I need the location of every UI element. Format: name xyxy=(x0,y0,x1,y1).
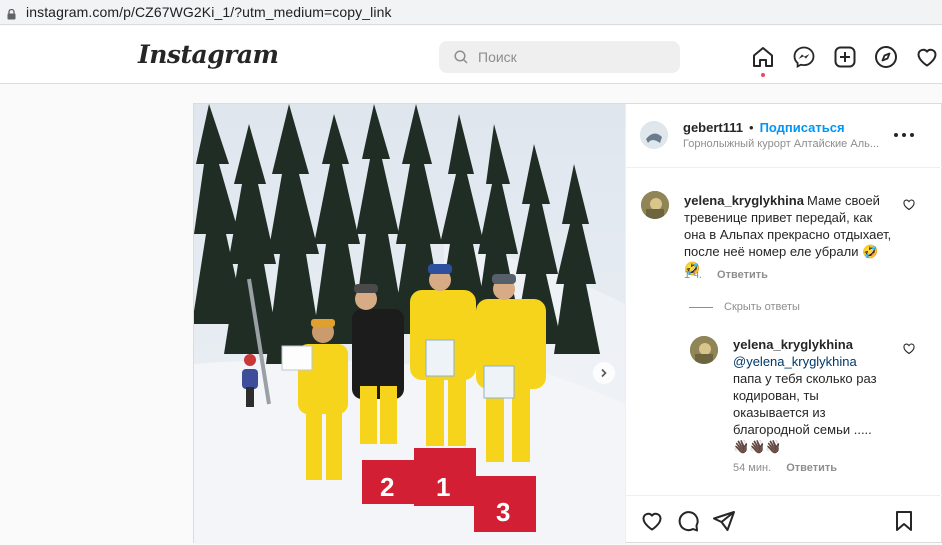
address-url[interactable]: instagram.com/p/CZ67WG2Ki_1/?utm_medium=… xyxy=(26,4,392,20)
podium-number-3: 3 xyxy=(496,497,510,527)
follow-button[interactable]: Подписаться xyxy=(760,120,845,135)
like-reply-heart-icon[interactable] xyxy=(903,343,915,355)
post-card: 2 1 3 gebert111 • Подписаться Горнолыжны… xyxy=(193,103,942,544)
explore-icon[interactable] xyxy=(874,45,898,69)
comment-1-reply-button[interactable]: Ответить xyxy=(717,269,768,281)
browser-address-bar[interactable]: instagram.com/p/CZ67WG2Ki_1/?utm_medium=… xyxy=(0,0,942,25)
reply-1: yelena_kryglykhina @yelena_kryglykhina п… xyxy=(733,336,888,455)
author-avatar[interactable] xyxy=(640,121,668,149)
post-location[interactable]: Горнолыжный курорт Алтайские Аль... xyxy=(683,138,883,150)
reply-1-time: 54 мин. xyxy=(733,462,772,474)
author-row: gebert111 • Подписаться xyxy=(683,120,845,135)
post-actions-bar xyxy=(626,495,942,545)
commenter-avatar[interactable] xyxy=(641,191,669,219)
comment-1-meta: 1 ч. Ответить xyxy=(684,269,768,281)
separator-dot: • xyxy=(749,120,754,135)
podium-photo: 2 1 3 xyxy=(194,104,625,544)
save-bookmark-icon[interactable] xyxy=(892,509,916,533)
search-icon xyxy=(454,50,468,64)
home-icon[interactable] xyxy=(751,45,775,77)
hide-replies-button[interactable]: Скрыть ответы xyxy=(689,301,800,313)
reply-1-meta: 54 мин. Ответить xyxy=(733,462,837,474)
reply-1-mention[interactable]: @yelena_kryglykhina xyxy=(733,354,857,369)
comment-1-time: 1 ч. xyxy=(684,269,702,281)
post-photo[interactable]: 2 1 3 xyxy=(194,104,625,544)
hide-replies-label: Скрыть ответы xyxy=(724,301,800,313)
podium-number-2: 2 xyxy=(380,472,394,502)
search-input[interactable] xyxy=(478,49,658,65)
reply-avatar[interactable] xyxy=(690,336,718,364)
instagram-logo[interactable]: Instagram xyxy=(138,40,279,69)
comment-1-username[interactable]: yelena_kryglykhina xyxy=(684,193,804,208)
reply-1-reply-button[interactable]: Ответить xyxy=(786,462,837,474)
author-username[interactable]: gebert111 xyxy=(683,120,743,135)
next-photo-arrow-icon[interactable] xyxy=(593,362,615,384)
like-comment-heart-icon[interactable] xyxy=(903,199,915,211)
messenger-icon[interactable] xyxy=(792,45,816,69)
comment-1: yelena_kryglykhina Маме своей тревенице п… xyxy=(684,192,894,277)
post-header: gebert111 • Подписаться Горнолыжный куро… xyxy=(626,104,942,168)
divider-line xyxy=(689,306,713,308)
nav-icons xyxy=(751,45,942,77)
search-box[interactable] xyxy=(439,41,680,73)
new-post-icon[interactable] xyxy=(833,45,857,69)
like-heart-icon[interactable] xyxy=(640,509,664,533)
activity-heart-icon[interactable] xyxy=(915,45,939,69)
lock-icon xyxy=(7,7,16,19)
post-side-panel: gebert111 • Подписаться Горнолыжный куро… xyxy=(625,104,942,544)
notification-dot xyxy=(761,73,765,77)
share-paper-plane-icon[interactable] xyxy=(712,509,736,533)
podium-number-1: 1 xyxy=(436,472,450,502)
reply-1-text: папа у тебя сколько раз кодирован, ты ок… xyxy=(733,371,877,454)
instagram-header: Instagram xyxy=(0,26,942,84)
comment-bubble-icon[interactable] xyxy=(676,509,700,533)
more-options-icon[interactable] xyxy=(894,128,914,142)
reply-1-username[interactable]: yelena_kryglykhina xyxy=(733,336,885,353)
